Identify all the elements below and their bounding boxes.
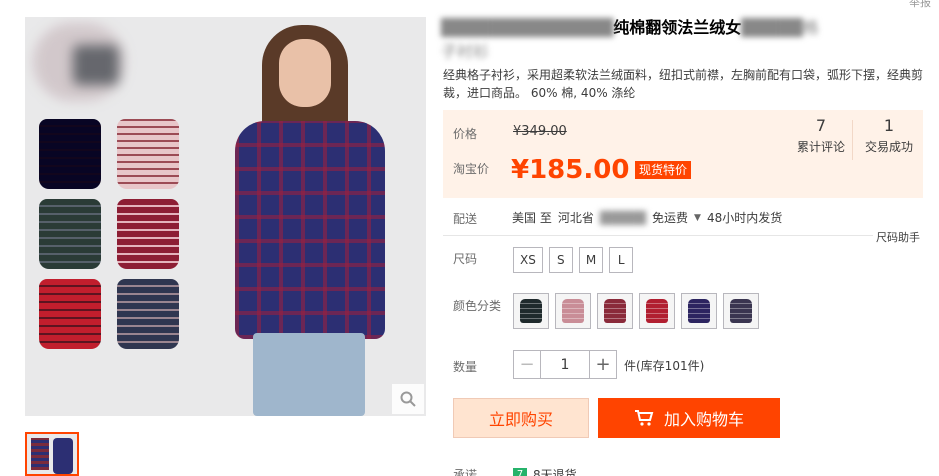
color-options bbox=[513, 293, 759, 329]
ship-to-blurred: █████ bbox=[599, 210, 646, 225]
quantity-decrease-button[interactable]: − bbox=[513, 350, 541, 379]
title-visible-text: 纯棉翻领法兰绒女 bbox=[613, 18, 742, 37]
shirt-swatch-icon bbox=[520, 299, 542, 323]
shirt-swatch-icon bbox=[688, 299, 710, 323]
color-label: 颜色分类 bbox=[453, 299, 502, 313]
reviews-stat[interactable]: 7 累计评论 bbox=[793, 116, 849, 155]
color-option-2[interactable] bbox=[555, 293, 591, 329]
original-price: ¥349.00 bbox=[513, 124, 567, 139]
shipping-label: 配送 bbox=[453, 212, 478, 226]
size-option-l[interactable]: L bbox=[609, 247, 634, 273]
product-title: ██████████████纯棉翻领法兰绒女█████格 子衬衫 bbox=[441, 16, 911, 64]
dropdown-arrow-icon[interactable]: ▼ bbox=[694, 213, 701, 223]
shirt-swatch-icon bbox=[562, 299, 584, 323]
title-blurred-suffix: █████格 bbox=[741, 18, 819, 37]
title-line2: 子衬衫 bbox=[441, 42, 490, 61]
shirt-thumbnail-red bbox=[39, 279, 101, 349]
shipping-info: 美国 至 河北省 █████ 免运费 ▼ 48小时内发货 bbox=[512, 209, 782, 226]
promise-badge: 7 8天退货 bbox=[513, 466, 577, 476]
price-label: 价格 bbox=[453, 127, 478, 141]
sales-label: 交易成功 bbox=[864, 140, 913, 154]
color-option-5[interactable] bbox=[681, 293, 717, 329]
add-to-cart-label: 加入购物车 bbox=[663, 410, 744, 429]
promise-text: 8天退货 bbox=[533, 468, 577, 476]
price-panel: 价格 ¥349.00 淘宝价 ¥185.00 现货特价 7 累计评论 1 交易成… bbox=[443, 110, 923, 198]
sales-stat: 1 交易成功 bbox=[861, 116, 917, 155]
quantity-increase-button[interactable]: + bbox=[589, 350, 617, 379]
quantity-stepper: − + bbox=[513, 350, 617, 379]
model-figure bbox=[217, 17, 402, 416]
section-divider bbox=[443, 235, 873, 236]
color-option-4[interactable] bbox=[639, 293, 675, 329]
color-option-3[interactable] bbox=[597, 293, 633, 329]
product-description: 经典格子衬衫，采用超柔软法兰绒面料，纽扣式前襟，左胸前配有口袋，弧形下摆，经典剪… bbox=[443, 68, 924, 100]
shirt-swatch-icon bbox=[604, 299, 626, 323]
buy-now-button[interactable]: 立即购买 bbox=[453, 398, 589, 438]
shirt-swatch-icon bbox=[646, 299, 668, 323]
reviews-label: 累计评论 bbox=[796, 140, 845, 154]
sales-count: 1 bbox=[883, 116, 895, 135]
taobao-price-label: 淘宝价 bbox=[453, 162, 490, 176]
quantity-input[interactable] bbox=[541, 350, 589, 379]
promise-label: 承诺 bbox=[453, 468, 478, 476]
shirt-thumbnail-pink bbox=[117, 119, 179, 189]
reviews-count: 7 bbox=[815, 116, 827, 135]
quantity-label: 数量 bbox=[453, 360, 478, 374]
size-option-xs[interactable]: XS bbox=[513, 247, 543, 273]
stat-divider bbox=[852, 120, 853, 160]
ship-to[interactable]: 河北省 bbox=[558, 209, 594, 226]
ship-from: 美国 至 bbox=[512, 211, 552, 225]
stock-info: 件(库存101件) bbox=[624, 359, 705, 373]
shirt-thumbnail-navy bbox=[117, 279, 179, 349]
size-label: 尺码 bbox=[453, 252, 478, 266]
size-options: XS S M L bbox=[513, 247, 634, 273]
color-option-1[interactable] bbox=[513, 293, 549, 329]
price-badge: 现货特价 bbox=[635, 161, 692, 179]
report-link[interactable]: 举报 bbox=[909, 0, 931, 10]
main-product-image[interactable] bbox=[25, 17, 426, 416]
title-blurred-prefix: ██████████████ bbox=[441, 18, 614, 37]
color-option-6[interactable] bbox=[723, 293, 759, 329]
size-helper-link[interactable]: 尺码助手 bbox=[876, 229, 920, 245]
current-price: ¥185.00 bbox=[511, 155, 630, 185]
brand-logo-blurred bbox=[33, 23, 125, 101]
size-option-s[interactable]: S bbox=[548, 247, 573, 273]
shirt-thumbnail-green bbox=[39, 199, 101, 269]
dispatch-time: 48小时内发货 bbox=[706, 211, 783, 225]
return-guarantee-icon: 7 bbox=[513, 467, 527, 476]
gallery-thumbnail[interactable] bbox=[25, 432, 79, 476]
shirt-swatch-icon bbox=[730, 299, 752, 323]
size-option-m[interactable]: M bbox=[578, 247, 604, 273]
magnifier-icon bbox=[400, 391, 416, 407]
shirt-thumbnail-purple bbox=[39, 119, 101, 189]
cart-icon bbox=[634, 410, 654, 426]
add-to-cart-button[interactable]: 加入购物车 bbox=[598, 398, 780, 438]
ship-fee: 免运费 bbox=[652, 211, 689, 225]
shirt-thumbnail-wine bbox=[117, 199, 179, 269]
zoom-button[interactable] bbox=[392, 384, 424, 414]
